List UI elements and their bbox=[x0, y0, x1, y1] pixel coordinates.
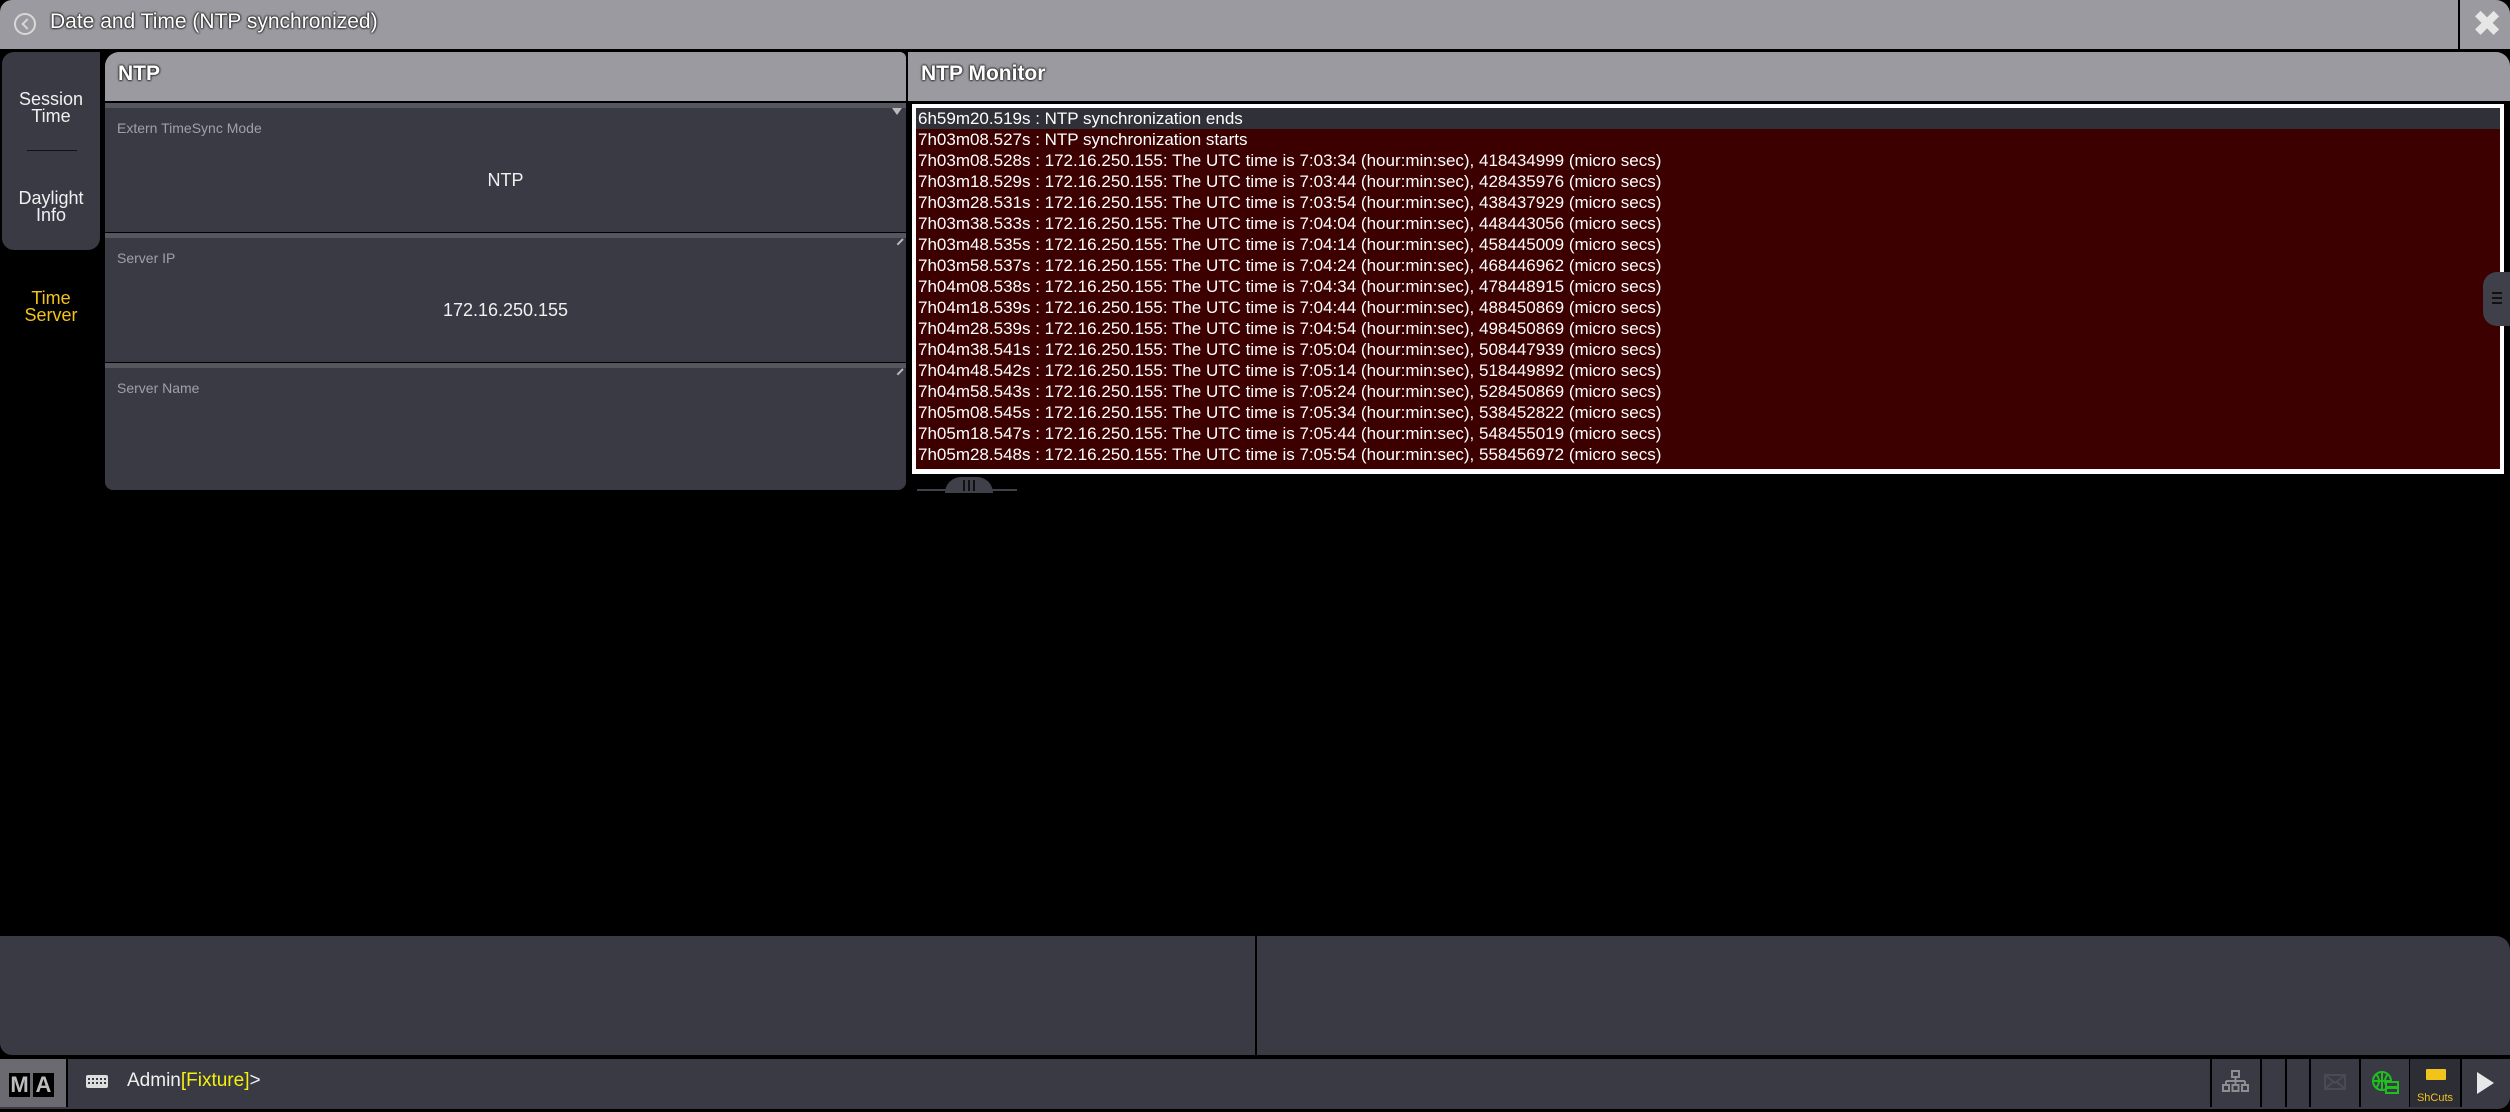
logo-letter: A bbox=[33, 1073, 54, 1097]
log-entry[interactable]: 7h03m48.535s : 172.16.250.155: The UTC t… bbox=[916, 234, 2500, 255]
separator bbox=[2260, 1059, 2262, 1107]
globe-server-icon bbox=[2372, 1071, 2399, 1094]
command-context: [Fixture] bbox=[180, 1070, 250, 1091]
command-user: Admin bbox=[127, 1070, 181, 1091]
log-entry[interactable]: 7h03m18.529s : 172.16.250.155: The UTC t… bbox=[916, 171, 2500, 192]
log-list[interactable]: 6h59m20.519s : NTP synchronization ends 7… bbox=[916, 108, 2500, 469]
mail-button[interactable] bbox=[2311, 1059, 2359, 1107]
keyboard-icon bbox=[2426, 1069, 2446, 1080]
log-entry[interactable]: 7h05m08.545s : 172.16.250.155: The UTC t… bbox=[916, 402, 2500, 423]
log-entry[interactable]: 7h04m58.543s : 172.16.250.155: The UTC t… bbox=[916, 381, 2500, 402]
command-line-input[interactable]: Admin[Fixture]> bbox=[127, 1070, 261, 1092]
field-value: 172.16.250.155 bbox=[442, 300, 569, 320]
tab-time-server[interactable]: Time Server bbox=[2, 289, 100, 325]
log-entry[interactable]: 7h04m08.538s : 172.16.250.155: The UTC t… bbox=[916, 276, 2500, 297]
tab-label: Time bbox=[31, 106, 71, 126]
network-tree-icon bbox=[2222, 1070, 2249, 1092]
close-button[interactable]: ✖ bbox=[2460, 0, 2510, 51]
log-entry[interactable]: 7h05m18.547s : 172.16.250.155: The UTC t… bbox=[916, 423, 2500, 444]
command-prompt: > bbox=[249, 1070, 261, 1091]
close-icon: ✖ bbox=[2472, 3, 2503, 44]
log-entry[interactable]: 7h03m08.527s : NTP synchronization start… bbox=[916, 129, 2500, 150]
keyboard-icon[interactable] bbox=[86, 1075, 108, 1088]
server-ip-field[interactable]: Server IP 172.16.250.155 bbox=[105, 233, 906, 362]
resize-grip-handle[interactable] bbox=[945, 477, 993, 493]
log-entry[interactable]: 7h04m48.542s : 172.16.250.155: The UTC t… bbox=[916, 360, 2500, 381]
field-value: NTP bbox=[487, 170, 524, 190]
separator bbox=[2285, 1059, 2287, 1107]
grip-line bbox=[968, 480, 970, 491]
log-entry[interactable]: 7h04m18.539s : 172.16.250.155: The UTC t… bbox=[916, 297, 2500, 318]
edit-corner-icon bbox=[896, 238, 904, 246]
log-entry[interactable]: 6h59m20.519s : NTP synchronization ends bbox=[916, 108, 2500, 129]
grip-line bbox=[2492, 302, 2502, 304]
panel-divider bbox=[906, 52, 908, 493]
ntp-panel-title: NTP bbox=[118, 62, 160, 85]
grip-line bbox=[963, 480, 965, 491]
grip-line bbox=[2492, 292, 2502, 294]
tab-label: Info bbox=[35, 205, 67, 225]
shortcuts-label: ShCuts bbox=[2416, 1092, 2454, 1104]
separator bbox=[66, 1059, 68, 1107]
extern-timesync-mode-field[interactable]: Extern TimeSync Mode NTP bbox=[105, 103, 906, 232]
field-label: Extern TimeSync Mode bbox=[117, 120, 262, 136]
tab-divider bbox=[27, 150, 77, 151]
ntp-monitor-log[interactable]: 6h59m20.519s : NTP synchronization ends 7… bbox=[912, 104, 2504, 474]
edit-corner-icon bbox=[896, 368, 904, 376]
network-button[interactable] bbox=[2212, 1059, 2260, 1107]
separator bbox=[2460, 1059, 2462, 1107]
log-entry[interactable]: 7h03m28.531s : 172.16.250.155: The UTC t… bbox=[916, 192, 2500, 213]
network-status-button[interactable] bbox=[2361, 1059, 2409, 1107]
log-entry[interactable]: 7h04m28.539s : 172.16.250.155: The UTC t… bbox=[916, 318, 2500, 339]
play-icon[interactable] bbox=[2477, 1072, 2494, 1094]
grip-line bbox=[2492, 297, 2502, 299]
log-entry[interactable]: 7h03m38.533s : 172.16.250.155: The UTC t… bbox=[916, 213, 2500, 234]
bottom-left-panel bbox=[0, 936, 1255, 1055]
tab-daylight-info[interactable]: Daylight Info bbox=[2, 189, 100, 225]
mail-icon bbox=[2324, 1074, 2346, 1090]
ma-logo[interactable]: M A bbox=[0, 1059, 66, 1107]
ntp-monitor-title: NTP Monitor bbox=[921, 62, 1046, 85]
window-title: Date and Time (NTP synchronized) bbox=[50, 10, 378, 33]
grip-line bbox=[973, 480, 975, 491]
ntp-panel-header: NTP bbox=[105, 52, 906, 103]
field-label: Server Name bbox=[117, 380, 200, 396]
scrollbar-handle[interactable] bbox=[2483, 272, 2510, 326]
command-bar bbox=[0, 1057, 2510, 1109]
dropdown-arrow-icon bbox=[892, 108, 902, 115]
log-entry[interactable]: 7h04m38.541s : 172.16.250.155: The UTC t… bbox=[916, 339, 2500, 360]
log-entry[interactable]: 7h03m08.528s : 172.16.250.155: The UTC t… bbox=[916, 150, 2500, 171]
server-name-field[interactable]: Server Name bbox=[105, 363, 906, 490]
logo-letter: M bbox=[9, 1072, 30, 1097]
tab-label: Server bbox=[24, 305, 78, 325]
ntp-monitor-header: NTP Monitor bbox=[908, 52, 2510, 103]
log-entry[interactable]: 7h05m28.548s : 172.16.250.155: The UTC t… bbox=[916, 444, 2500, 465]
log-entry[interactable]: 7h03m58.537s : 172.16.250.155: The UTC t… bbox=[916, 255, 2500, 276]
shortcuts-button[interactable]: ShCuts bbox=[2410, 1059, 2460, 1107]
field-label: Server IP bbox=[117, 250, 176, 266]
tab-session-time[interactable]: Session Time bbox=[2, 90, 100, 126]
bottom-right-panel bbox=[1257, 936, 2510, 1055]
back-circle-icon[interactable] bbox=[14, 13, 36, 35]
